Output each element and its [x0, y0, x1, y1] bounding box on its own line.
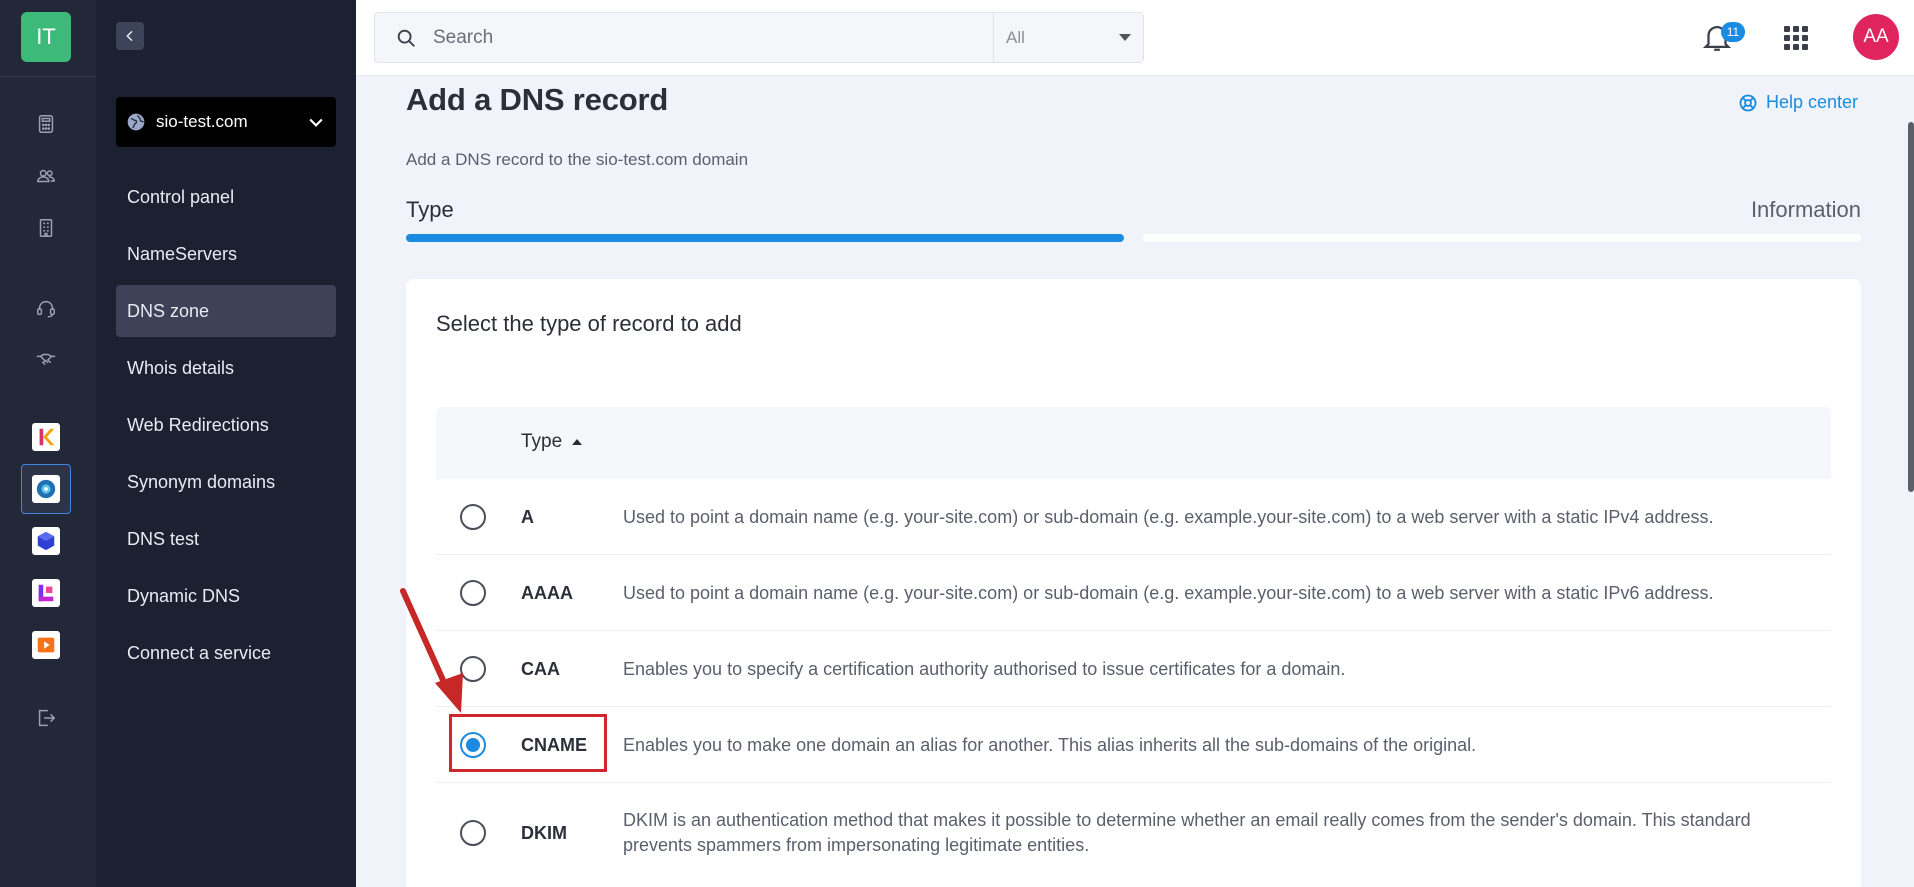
collapse-sidebar-button[interactable] — [116, 22, 144, 50]
table-row[interactable]: CAA Enables you to specify a certificati… — [436, 631, 1831, 707]
caret-down-icon — [1119, 34, 1131, 41]
record-type: AAAA — [521, 583, 573, 603]
record-description: Enables you to specify a certification a… — [623, 659, 1346, 679]
step-information: Information — [1750, 197, 1861, 222]
table-row[interactable]: DKIM DKIM is an authentication method th… — [436, 783, 1831, 883]
nav-item-dynamic-dns[interactable]: Dynamic DNS — [116, 570, 336, 622]
record-description: Enables you to make one domain an alias … — [623, 735, 1477, 755]
rail-divider — [0, 76, 96, 77]
record-description: DKIM is an authentication method that ma… — [623, 810, 1751, 855]
search-scope-value: All — [1006, 27, 1025, 47]
highlight-box — [449, 714, 607, 772]
domain-selector[interactable]: sio-test.com — [116, 97, 336, 147]
headset-icon[interactable] — [30, 292, 62, 324]
icon-rail: IT — [0, 0, 96, 887]
table-header: Type — [436, 407, 1831, 479]
app-logo[interactable]: IT — [21, 12, 71, 62]
record-type: CAA — [521, 659, 560, 679]
lifebuoy-icon — [1739, 94, 1757, 111]
apps-grid-icon[interactable] — [1784, 26, 1808, 50]
domain-nav: Control panel NameServers DNS zone Whois… — [116, 171, 336, 684]
chevron-left-icon — [126, 30, 133, 42]
record-description: Used to point a domain name (e.g. your-s… — [623, 507, 1714, 527]
logout-icon[interactable] — [30, 702, 62, 734]
chevron-down-icon — [309, 118, 323, 127]
nav-item-connect-service[interactable]: Connect a service — [116, 627, 336, 679]
nav-item-control-panel[interactable]: Control panel — [116, 171, 336, 223]
k-app-icon[interactable] — [29, 420, 63, 454]
building-icon[interactable] — [30, 212, 62, 244]
type-column-header[interactable]: Type — [521, 431, 583, 453]
step-progress-active — [406, 234, 1124, 242]
cube-app-icon[interactable] — [29, 524, 63, 558]
domain-name: sio-test.com — [156, 112, 248, 131]
calculator-icon[interactable] — [30, 108, 62, 140]
domain-sidebar: sio-test.com Control panel NameServers D… — [96, 0, 356, 887]
step-type: Type — [406, 197, 454, 222]
globe-icon — [127, 113, 145, 131]
search-bar: Search All — [374, 12, 1144, 63]
card-title: Select the type of record to add — [436, 311, 742, 336]
notification-badge: 11 — [1721, 22, 1745, 42]
help-center-label: Help center — [1766, 92, 1859, 112]
table-row[interactable]: AAAA Used to point a domain name (e.g. y… — [436, 555, 1831, 631]
step-progress-inactive — [1143, 234, 1861, 242]
nav-item-dns-test[interactable]: DNS test — [116, 513, 336, 565]
type-column-label: Type — [521, 431, 563, 452]
search-icon — [397, 29, 415, 47]
nav-item-whois-details[interactable]: Whois details — [116, 342, 336, 394]
handshake-icon[interactable] — [30, 344, 62, 376]
record-type: A — [521, 507, 534, 527]
scrollbar[interactable] — [1908, 122, 1914, 492]
top-bar: Search All 11 AA — [356, 0, 1914, 76]
record-type: DKIM — [521, 823, 567, 843]
radio-dkim[interactable] — [460, 820, 486, 846]
table-row[interactable]: CNAME Enables you to make one domain an … — [436, 707, 1831, 783]
record-description: Used to point a domain name (e.g. your-s… — [623, 583, 1714, 603]
search-scope-select[interactable]: All — [993, 13, 1143, 62]
search-placeholder: Search — [433, 26, 494, 48]
users-icon[interactable] — [30, 160, 62, 192]
nav-item-synonym-domains[interactable]: Synonym domains — [116, 456, 336, 508]
sort-ascending-icon — [572, 439, 583, 445]
avatar[interactable]: AA — [1853, 14, 1899, 60]
nav-item-nameservers[interactable]: NameServers — [116, 228, 336, 280]
media-app-icon[interactable] — [29, 628, 63, 662]
dns-app-icon[interactable] — [21, 464, 71, 514]
record-type-list: A Used to point a domain name (e.g. your… — [436, 479, 1831, 883]
nav-item-dns-zone[interactable]: DNS zone — [116, 285, 336, 337]
annotation-arrow-icon — [400, 588, 463, 713]
nav-item-web-redirections[interactable]: Web Redirections — [116, 399, 336, 451]
table-row[interactable]: A Used to point a domain name (e.g. your… — [436, 479, 1831, 555]
radio-a[interactable] — [460, 504, 486, 530]
help-center-link[interactable]: Help center — [1738, 92, 1858, 113]
record-type-card: Select the type of record to add Type A … — [406, 279, 1861, 887]
l-app-icon[interactable] — [29, 576, 63, 610]
page-subtitle: Add a DNS record to the sio-test.com dom… — [406, 150, 749, 169]
page-title: Add a DNS record — [406, 82, 669, 117]
